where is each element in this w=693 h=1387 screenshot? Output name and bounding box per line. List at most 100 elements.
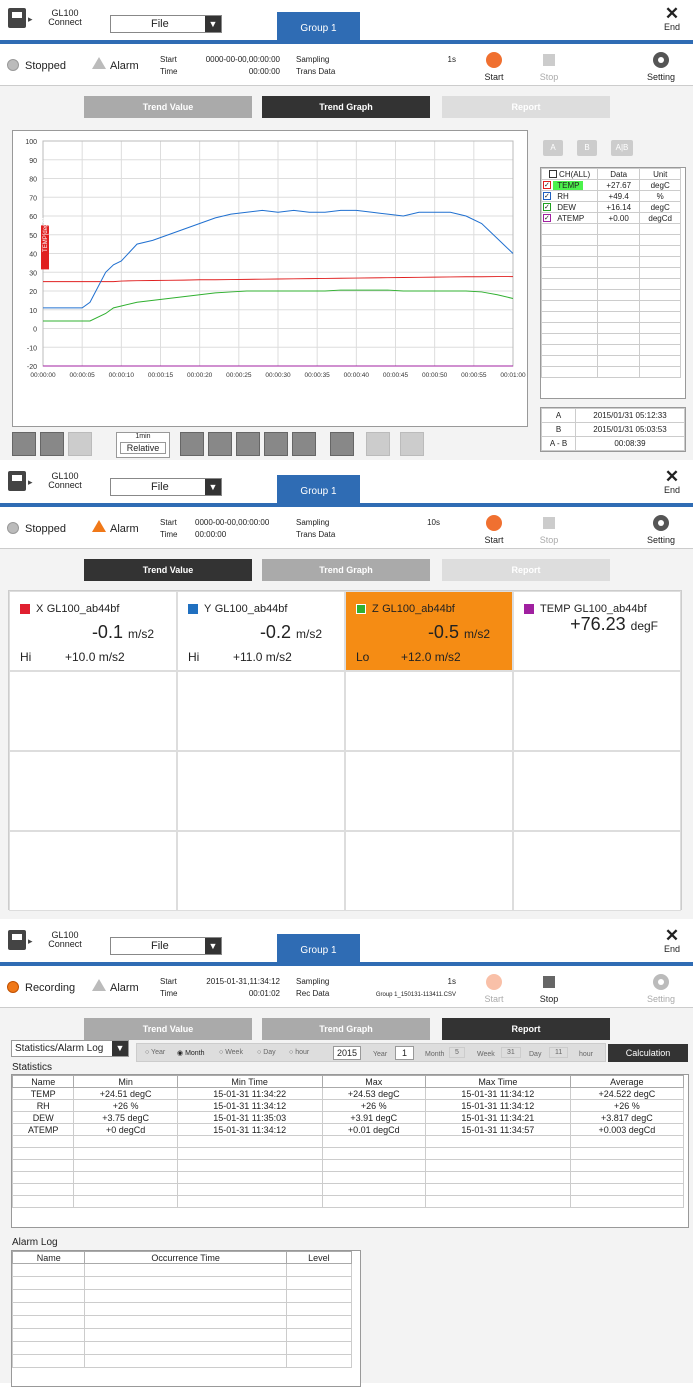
tab-trend-value[interactable]: Trend Value — [84, 559, 252, 581]
year-stepper[interactable]: 2015 — [333, 1046, 362, 1060]
channel-checkbox[interactable]: ✓ — [543, 214, 551, 223]
radio-month[interactable]: ◉ Month — [177, 1049, 205, 1057]
tab-group-1[interactable]: Group 1 — [277, 12, 360, 40]
cursor-move-icon[interactable] — [292, 432, 316, 456]
end-button[interactable]: ✕ End — [659, 468, 685, 495]
y-tick-label: 50 — [29, 233, 37, 240]
radio-hour[interactable]: ○ hour — [289, 1049, 309, 1056]
y-axis-label: TEMP[degC] — [43, 217, 49, 252]
channel-color-swatch — [356, 604, 366, 614]
cursor-down-icon[interactable] — [264, 432, 288, 456]
tab-trend-graph[interactable]: Trend Graph — [262, 559, 430, 581]
connect-button[interactable]: GL100 Connect — [40, 9, 90, 27]
end-button[interactable]: ✕ End — [659, 5, 685, 32]
chevron-down-icon: ▼ — [205, 479, 221, 495]
connect-button[interactable]: GL100 Connect — [40, 931, 90, 949]
channel-checkbox[interactable]: ✓ — [543, 181, 551, 190]
marker-ab-button[interactable]: A|B — [611, 140, 633, 156]
table-row[interactable]: TEMP +24.51 degC 15-01-31 11:34:22 +24.53 d… — [11, 1087, 685, 1100]
stop-button[interactable]: Stop — [520, 507, 578, 549]
hour-stepper[interactable]: 11 — [549, 1047, 569, 1058]
y-tick-label: -10 — [27, 345, 37, 352]
empty-cell — [177, 671, 345, 751]
cursor-icon[interactable] — [180, 432, 204, 456]
channel-cell-temp[interactable]: TEMP GL100_ab44bf +76.23 degF — [513, 591, 681, 671]
file-select[interactable]: File ▼ — [110, 15, 222, 33]
week-stepper[interactable]: 5 — [449, 1047, 465, 1058]
table-row[interactable]: ✓ RH +49.4% — [541, 190, 681, 202]
connect-button[interactable]: GL100 Connect — [40, 472, 90, 490]
wave-scale-icon[interactable] — [68, 432, 92, 456]
alarm-label: Alarm — [110, 60, 139, 72]
report-type-select[interactable]: Statistics/Alarm Log ▼ — [11, 1040, 129, 1057]
start-value: 2015-01-31,11:34:12 — [206, 977, 280, 986]
marker-a-icon[interactable] — [366, 432, 390, 456]
table-row[interactable]: DEW +3.75 degC 15-01-31 11:35:03 +3.91 degC… — [11, 1111, 685, 1124]
radio-year[interactable]: ○ Year — [145, 1049, 165, 1056]
channel-checkbox[interactable]: ✓ — [543, 203, 551, 212]
start-button[interactable]: Start — [465, 44, 523, 86]
tab-group-1[interactable]: Group 1 — [277, 934, 360, 962]
tab-trend-value[interactable]: Trend Value — [84, 96, 252, 118]
x-tick-label: 00:00:35 — [305, 372, 331, 379]
start-button[interactable]: Start — [465, 966, 523, 1008]
tab-trend-graph[interactable]: Trend Graph — [262, 96, 430, 118]
empty-cell — [177, 831, 345, 911]
time-value: 00:00:00 — [195, 530, 227, 539]
setting-button[interactable]: Setting — [632, 44, 690, 86]
end-button[interactable]: ✕ End — [659, 927, 685, 954]
radio-week[interactable]: ○ Week — [219, 1049, 243, 1056]
tab-trend-graph[interactable]: Trend Graph — [262, 1018, 430, 1040]
marker-b-button[interactable]: B — [577, 140, 597, 156]
stop-button[interactable]: Stop — [520, 44, 578, 86]
tab-report[interactable]: Report — [442, 1018, 610, 1040]
table-row[interactable]: ✓ ATEMP +0.00 degCd — [541, 212, 681, 224]
file-select[interactable]: File ▼ — [110, 937, 222, 955]
channel-table: CH(ALL) Data Unit ✓ TEMP +27.67 degC ✓ RH +49… — [540, 167, 686, 399]
file-select[interactable]: File ▼ — [110, 478, 222, 496]
channel-cell-z[interactable]: Z GL100_ab44bf -0.5 m/s2 Lo +12.0 m/s2 — [345, 591, 513, 671]
y-tick-label: 0 — [33, 327, 37, 334]
stop-button[interactable]: Stop — [520, 966, 578, 1008]
x-tick-label: 00:00:40 — [344, 372, 370, 379]
time-zoom-select[interactable]: 1min Relative — [116, 432, 170, 458]
radio-day[interactable]: ○ Day — [257, 1049, 276, 1056]
start-button[interactable]: Start — [465, 507, 523, 549]
tab-trend-value[interactable]: Trend Value — [84, 1018, 252, 1040]
channel-checkbox[interactable]: ✓ — [543, 192, 551, 201]
waveform-icon[interactable] — [12, 432, 36, 456]
table-row[interactable]: ✓ DEW +16.14 degC — [541, 201, 681, 213]
time-value: 00:01:02 — [248, 989, 280, 998]
day-stepper[interactable]: 31 — [501, 1047, 521, 1058]
channel-cell-y[interactable]: Y GL100_ab44bf -0.2 m/s2 Hi +11.0 m/s2 — [177, 591, 345, 671]
tab-report[interactable]: Report — [442, 559, 610, 581]
y-tick-label: 70 — [29, 195, 37, 202]
statistics-table: Name Min Min Time Max Max Time Average T… — [11, 1074, 689, 1228]
alarm-log-table: Name Occurrence Time Level — [11, 1250, 361, 1387]
trend-chart: 1009080706050403020100-10-2000:00:00 00:0… — [25, 139, 526, 379]
month-stepper[interactable]: 1 — [395, 1046, 415, 1060]
x-tick-label: 00:01:00 — [500, 372, 526, 379]
peak-icon[interactable] — [40, 432, 64, 456]
cursor-up-icon[interactable] — [208, 432, 232, 456]
channel-cell-x[interactable]: X GL100_ab44bf -0.1 m/s2 Hi +10.0 m/s2 — [9, 591, 177, 671]
line-graph-icon[interactable] — [330, 432, 354, 456]
table-row[interactable]: ATEMP +0 degCd 15-01-31 11:34:12 +0.01 degC… — [11, 1123, 685, 1136]
chevron-down-icon: ▼ — [112, 1041, 128, 1056]
table-row[interactable]: RH +26 % 15-01-31 11:34:12 +26 % 15-01-31 11… — [11, 1099, 685, 1112]
tab-group-1[interactable]: Group 1 — [277, 475, 360, 503]
marker-b-icon[interactable] — [400, 432, 424, 456]
empty-cell — [513, 671, 681, 751]
grid-wave-icon[interactable] — [236, 432, 260, 456]
alarm-icon — [92, 520, 106, 532]
all-checkbox[interactable] — [548, 170, 557, 179]
trend-graph[interactable]: 100 90 80 70 60 50 40 30 20 10 0 -10 -20 00:00:00 00:0… — [12, 130, 528, 427]
setting-button[interactable]: Setting — [632, 507, 690, 549]
tab-report[interactable]: Report — [442, 96, 610, 118]
table-row[interactable]: ✓ TEMP +27.67 degC — [541, 179, 681, 191]
setting-button[interactable]: Setting — [632, 966, 690, 1008]
calculation-button[interactable]: Calculation — [608, 1044, 688, 1062]
sampling-value: 10s — [427, 518, 440, 527]
header-bar: ▸ GL100 Connect File ▼ Group 1 ✕ End — [0, 922, 693, 962]
marker-a-button[interactable]: A — [543, 140, 563, 156]
